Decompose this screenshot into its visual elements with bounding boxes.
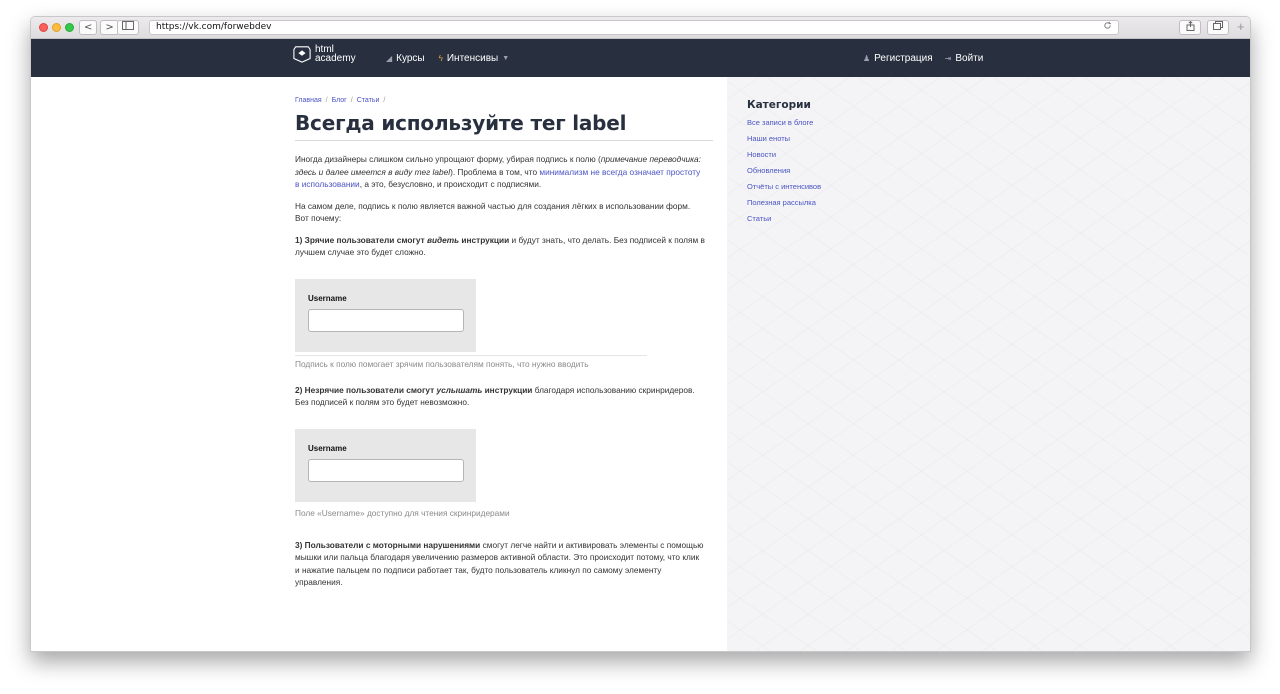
close-window-button[interactable] [39, 23, 48, 32]
point-2-emphasis: услышать [436, 384, 483, 395]
breadcrumb: Главная / Блог / Статьи / [295, 97, 713, 104]
logo-icon [293, 46, 311, 63]
back-button[interactable]: < [79, 20, 98, 35]
nav-intensives[interactable]: ϟ Интенсивы ▼ [439, 53, 510, 64]
tab-overview-button[interactable] [1207, 20, 1229, 35]
register-label: Регистрация [874, 52, 933, 64]
share-button[interactable] [1179, 20, 1201, 35]
category-link[interactable]: Новости [747, 147, 821, 163]
minimize-window-button[interactable] [52, 23, 61, 32]
intro-text: , а это, безусловно, и происходит с подп… [359, 179, 542, 189]
chevron-down-icon: ▼ [502, 54, 510, 62]
category-link[interactable]: Статьи [747, 211, 821, 227]
point-1-heading: инструкции [459, 234, 510, 245]
chart-icon: ◢ [386, 53, 393, 63]
paragraph-point-1: 1) Зрячие пользователи смогут видеть инс… [295, 234, 705, 259]
article: Главная / Блог / Статьи / Всегда использ… [295, 97, 713, 589]
nav-courses-label: Курсы [396, 52, 425, 64]
new-tab-button[interactable]: + [1237, 19, 1245, 35]
breadcrumb-articles[interactable]: Статьи [357, 97, 380, 104]
nav-courses[interactable]: ◢ Курсы [386, 53, 425, 64]
sidebar-toggle-button[interactable] [117, 20, 139, 35]
paragraph-intro: Иногда дизайнеры слишком сильно упрощают… [295, 153, 705, 191]
form-demo-2: Username [295, 428, 476, 502]
category-list: Все записи в блоге Наши еноты Новости Об… [747, 115, 821, 227]
main-nav: ◢ Курсы ϟ Интенсивы ▼ [386, 39, 509, 77]
nav-intensives-label: Интенсивы [446, 52, 499, 64]
page-title: Всегда используйте тег label [295, 111, 713, 141]
tabs-icon [1213, 21, 1223, 30]
categories-title: Категории [747, 99, 811, 111]
category-link[interactable]: Обновления [747, 163, 821, 179]
figure-caption: Поле «Username» доступно для чтения скри… [295, 507, 510, 518]
sidebar-icon [122, 21, 134, 30]
page-content: Главная / Блог / Статьи / Всегда использ… [31, 77, 1250, 651]
address-bar[interactable]: https://vk.com/forwebdev [149, 20, 1119, 35]
breadcrumb-blog[interactable]: Блог [332, 97, 347, 104]
auth-links: ♟ Регистрация ⇥ Войти [863, 39, 983, 77]
history-buttons: < > [79, 20, 119, 35]
breadcrumb-separator: / [383, 97, 386, 104]
site-logo[interactable]: html academy [293, 45, 356, 64]
login-label: Войти [955, 52, 984, 64]
breadcrumb-separator: / [350, 97, 353, 104]
login-link[interactable]: ⇥ Войти [945, 53, 984, 64]
browser-toolbar: < > https://vk.com/forwebdev + [31, 17, 1250, 39]
point-2-heading: 2) Незрячие пользователи смогут [295, 384, 437, 395]
breadcrumb-home[interactable]: Главная [295, 97, 322, 104]
paragraph-point-3: 3) Пользователи с моторными нарушениями … [295, 539, 705, 589]
intro-text: ). Проблема в том, что [450, 166, 540, 177]
url-text: https://vk.com/forwebdev [156, 22, 272, 32]
demo-username-input[interactable] [308, 308, 464, 332]
category-link[interactable]: Отчёты с интенсивов [747, 179, 821, 195]
logo-line-academy: academy [315, 53, 356, 64]
point-2-heading: инструкции [482, 384, 533, 395]
bolt-icon: ϟ [438, 53, 443, 63]
category-link[interactable]: Наши еноты [747, 131, 821, 147]
figure-caption: Подпись к полю помогает зрячим пользоват… [295, 354, 647, 369]
paragraph-why: На самом деле, подпись к полю является в… [295, 200, 691, 224]
demo-username-input[interactable] [308, 458, 464, 482]
category-link[interactable]: Все записи в блоге [747, 115, 821, 131]
share-icon [1186, 20, 1194, 31]
point-1-emphasis: видеть [426, 234, 460, 245]
point-3-heading: 3) Пользователи с моторными нарушениями [295, 539, 481, 550]
point-1-heading: 1) Зрячие пользователи смогут [295, 234, 427, 245]
login-icon: ⇥ [944, 53, 952, 63]
zoom-window-button[interactable] [65, 23, 74, 32]
category-link[interactable]: Полезная рассылка [747, 195, 821, 211]
user-icon: ♟ [863, 53, 871, 63]
paragraph-point-2: 2) Незрячие пользователи смогут услышать… [295, 384, 705, 409]
site-header: html academy ◢ Курсы ϟ Интенсивы ▼ ♟ Рег… [31, 39, 1250, 77]
demo-username-label[interactable]: Username [308, 444, 347, 453]
window-controls [39, 23, 74, 32]
browser-window: < > https://vk.com/forwebdev + html acad… [30, 16, 1251, 652]
breadcrumb-separator: / [325, 97, 328, 104]
demo-username-label[interactable]: Username [308, 294, 347, 303]
categories-sidebar: Категории Все записи в блоге Наши еноты … [747, 99, 821, 227]
logo-text: html academy [315, 45, 356, 64]
form-demo-1: Username [295, 278, 476, 352]
reload-icon[interactable] [1103, 21, 1112, 35]
intro-text: Иногда дизайнеры слишком сильно упрощают… [295, 154, 601, 164]
register-link[interactable]: ♟ Регистрация [863, 53, 933, 64]
